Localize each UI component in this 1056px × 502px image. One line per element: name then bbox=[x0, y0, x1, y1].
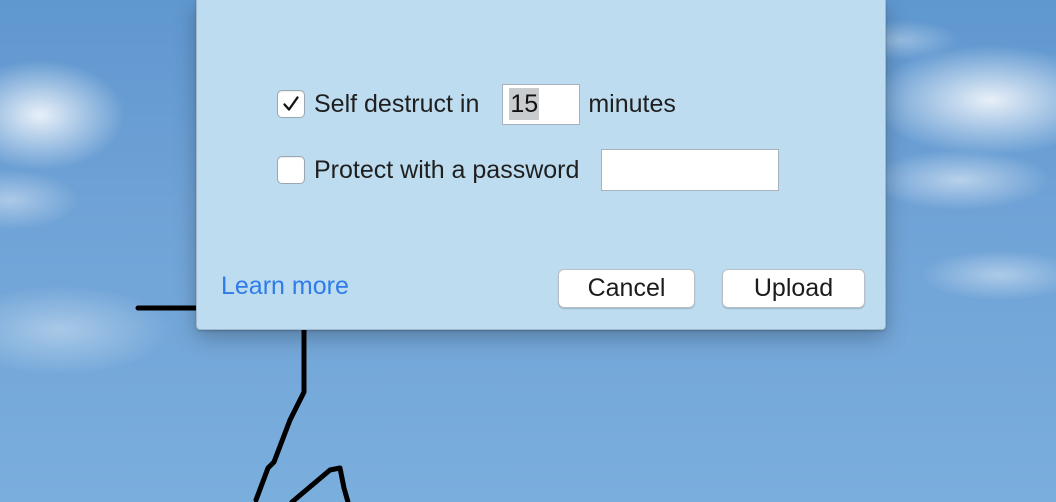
password-checkbox[interactable] bbox=[277, 156, 305, 184]
cancel-button[interactable]: Cancel bbox=[558, 269, 695, 308]
upload-options-sheet: Self destruct in 15 minutes Protect with… bbox=[196, 0, 886, 330]
minutes-input[interactable]: 15 bbox=[502, 83, 581, 125]
learn-more-link[interactable]: Learn more bbox=[221, 272, 349, 301]
self-destruct-label: Self destruct in bbox=[314, 89, 480, 118]
self-destruct-row: Self destruct in 15 minutes bbox=[277, 83, 676, 125]
self-destruct-checkbox[interactable] bbox=[277, 90, 305, 118]
minutes-unit-label: minutes bbox=[588, 89, 676, 118]
minutes-value: 15 bbox=[509, 88, 540, 120]
upload-button[interactable]: Upload bbox=[722, 269, 865, 308]
password-row: Protect with a password bbox=[277, 149, 780, 191]
password-input[interactable] bbox=[601, 149, 780, 191]
password-label: Protect with a password bbox=[314, 155, 580, 184]
checkmark-icon bbox=[283, 96, 299, 111]
